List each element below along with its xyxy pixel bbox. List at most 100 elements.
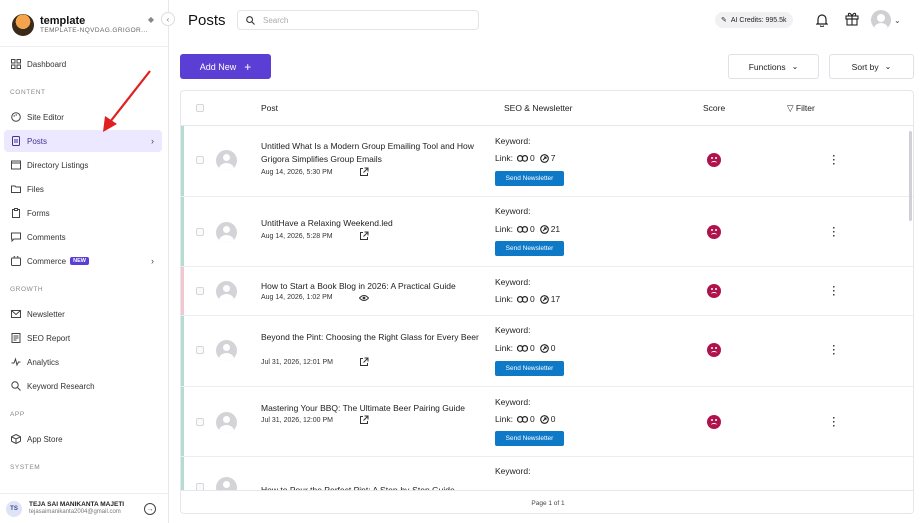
new-badge: NEW — [70, 257, 89, 265]
more-options-icon[interactable]: · · · — [832, 224, 836, 242]
table-row[interactable]: Mastering Your BBQ: The Ultimate Beer Pa… — [181, 387, 913, 457]
link-label: Link: — [495, 153, 513, 163]
workspace-switcher[interactable]: template TEMPLATE-NQVDAG.GRIGOR... ◆ — [0, 0, 168, 40]
view-count: 7 — [550, 153, 556, 163]
box-icon — [10, 434, 21, 445]
post-title[interactable]: How to Start a Book Blog in 2026: A Prac… — [261, 280, 481, 293]
post-title[interactable]: UntitHave a Relaxing Weekend.led — [261, 217, 481, 230]
sidebar-item-files[interactable]: Files — [4, 178, 162, 200]
post-date: Jul 31, 2026, 12:01 PM — [261, 359, 333, 366]
sidebar-item-label: Files — [27, 184, 44, 194]
send-newsletter-button[interactable]: Send Newsletter — [495, 241, 564, 256]
column-seo-newsletter: SEO & Newsletter — [504, 103, 573, 113]
link-count: 0 — [529, 224, 535, 234]
send-newsletter-button[interactable]: Send Newsletter — [495, 361, 564, 376]
sidebar-item-label: Keyword Research — [27, 381, 95, 391]
table-row[interactable]: How to Pour the Perfect Pint: A Step-by-… — [181, 457, 913, 490]
sidebar-item-label: Directory Listings — [27, 160, 89, 170]
views-icon — [539, 414, 549, 424]
section-label-app: APP — [10, 411, 25, 418]
post-date: Aug 14, 2026, 5:28 PM — [261, 233, 333, 240]
magic-wand-icon: ✎ — [721, 17, 727, 24]
add-new-label: Add New — [199, 61, 237, 72]
more-options-icon[interactable]: · · · — [832, 414, 836, 432]
palette-icon — [10, 112, 21, 123]
main-content: Posts ✎ AI Credits: 995.5k ⌄ Add New + — [169, 0, 920, 523]
sidebar-item-seo-report[interactable]: SEO Report — [4, 327, 162, 349]
sidebar-item-directory-listings[interactable]: Directory Listings — [4, 154, 162, 176]
table-row[interactable]: Untitled What Is a Modern Group Emailing… — [181, 126, 913, 197]
logout-icon[interactable]: → — [144, 503, 156, 515]
sort-by-button[interactable]: Sort by ⌄ — [829, 54, 914, 79]
profile-menu[interactable]: ⌄ — [871, 10, 901, 30]
views-icon — [539, 294, 549, 304]
row-checkbox[interactable] — [196, 483, 204, 490]
sidebar-item-comments[interactable]: Comments — [4, 226, 162, 248]
post-title[interactable]: Untitled What Is a Modern Group Emailing… — [261, 140, 481, 165]
post-date: Aug 14, 2026, 5:30 PM — [261, 169, 333, 176]
table-row[interactable]: Beyond the Pint: Choosing the Right Glas… — [181, 316, 913, 387]
eye-icon[interactable] — [359, 293, 369, 303]
link-label: Link: — [495, 294, 513, 304]
avatar — [871, 10, 891, 30]
link-count: 0 — [529, 153, 535, 163]
post-thumbnail — [216, 412, 237, 433]
sidebar-item-analytics[interactable]: Analytics — [4, 351, 162, 373]
filter-button[interactable]: ▽ Filter — [787, 103, 815, 114]
keyword-label: Keyword: — [495, 136, 531, 146]
bell-icon[interactable] — [816, 13, 828, 27]
document-icon — [10, 136, 21, 147]
ai-credits-badge[interactable]: ✎ AI Credits: 995.5k — [715, 12, 793, 28]
add-new-button[interactable]: Add New + — [180, 54, 271, 79]
sidebar-item-commerce[interactable]: Commerce NEW › — [4, 250, 162, 272]
external-link-icon[interactable] — [359, 357, 369, 367]
external-link-icon[interactable] — [359, 231, 369, 241]
post-title[interactable]: Beyond the Pint: Choosing the Right Glas… — [261, 331, 481, 344]
user-profile[interactable]: TS TEJA SAI MANIKANTA MAJETI tejasaimani… — [0, 493, 168, 523]
sidebar-item-forms[interactable]: Forms — [4, 202, 162, 224]
external-link-icon[interactable] — [359, 415, 369, 425]
search-input[interactable] — [263, 15, 463, 25]
keyword-label: Keyword: — [495, 277, 531, 287]
send-newsletter-button[interactable]: Send Newsletter — [495, 431, 564, 446]
sort-by-label: Sort by — [851, 61, 879, 72]
more-options-icon[interactable]: · · · — [832, 152, 836, 170]
sidebar-item-label: Comments — [27, 232, 66, 242]
link-stats: Link: 0 0 — [495, 414, 555, 424]
sidebar-item-newsletter[interactable]: Newsletter — [4, 303, 162, 325]
chevron-down-icon: ⌄ — [894, 15, 901, 25]
row-checkbox[interactable] — [196, 346, 204, 354]
select-all-checkbox[interactable] — [196, 104, 204, 112]
sidebar-item-label: App Store — [27, 434, 63, 444]
user-email: tejasaimanikanta2004@gmail.com — [29, 508, 121, 515]
workspace-subtitle: TEMPLATE-NQVDAG.GRIGOR... — [40, 26, 148, 34]
table-row[interactable]: UntitHave a Relaxing Weekend.led Aug 14, … — [181, 197, 913, 267]
post-date: Jul 31, 2026, 12:00 PM — [261, 417, 333, 424]
sidebar-item-keyword-research[interactable]: Keyword Research — [4, 375, 162, 397]
more-options-icon[interactable]: · · · — [832, 342, 836, 360]
toolbar: Add New + Functions ⌄ Sort by ⌄ — [169, 40, 920, 80]
link-count: 0 — [529, 343, 535, 353]
section-label-growth: GROWTH — [10, 286, 44, 293]
link-icon — [516, 225, 528, 233]
link-icon — [516, 295, 528, 303]
row-checkbox[interactable] — [196, 228, 204, 236]
external-link-icon[interactable] — [359, 167, 369, 177]
user-name: TEJA SAI MANIKANTA MAJETI — [29, 501, 125, 508]
sidebar-item-app-store[interactable]: App Store — [4, 428, 162, 450]
row-checkbox[interactable] — [196, 418, 204, 426]
scrollbar-thumb[interactable] — [909, 131, 912, 221]
row-checkbox[interactable] — [196, 287, 204, 295]
post-title[interactable]: Mastering Your BBQ: The Ultimate Beer Pa… — [261, 402, 481, 415]
send-newsletter-button[interactable]: Send Newsletter — [495, 171, 564, 186]
gift-icon[interactable] — [845, 11, 859, 26]
section-label-system: SYSTEM — [10, 464, 41, 471]
table-row[interactable]: How to Start a Book Blog in 2026: A Prac… — [181, 267, 913, 316]
view-count: 0 — [550, 414, 556, 424]
more-options-icon[interactable]: · · · — [832, 283, 836, 301]
row-checkbox[interactable] — [196, 156, 204, 164]
collapse-sidebar-button[interactable]: ‹ — [161, 12, 175, 26]
sidebar-item-label: Forms — [27, 208, 50, 218]
search-bar[interactable] — [237, 10, 479, 30]
functions-button[interactable]: Functions ⌄ — [728, 54, 819, 79]
